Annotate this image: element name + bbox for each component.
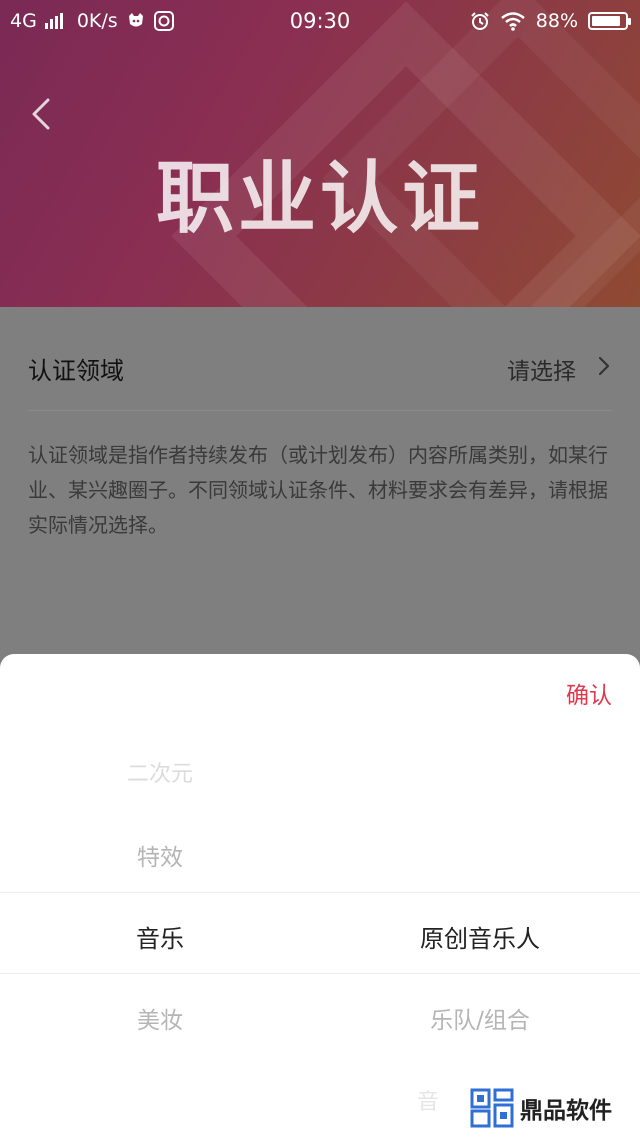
watermark-text: 鼎品软件 (520, 1098, 612, 1124)
picker-option[interactable]: 美妆 (0, 1001, 320, 1035)
picker-column-category[interactable]: 二次元 特效 音乐 美妆 (0, 654, 320, 1138)
field-description: 认证领域是指作者持续发布（或计划发布）内容所属类别，如某行业、某兴趣圈子。不同领… (28, 443, 608, 537)
watermark-logo-icon (470, 1088, 514, 1128)
picker-option-selected[interactable]: 音乐 (0, 919, 320, 954)
header-banner: 4G 0K/s 09:30 88% 职业认证 (0, 0, 640, 307)
picker-option[interactable]: 乐队/组合 (320, 1001, 640, 1035)
back-icon[interactable] (22, 92, 62, 136)
alarm-icon (471, 12, 489, 30)
chevron-right-icon (598, 356, 610, 376)
battery-icon (588, 12, 631, 30)
divider (28, 410, 612, 411)
field-label: 认证领域 (28, 357, 124, 385)
battery-percent: 88% (535, 10, 578, 32)
picker-option-selected[interactable]: 原创音乐人 (320, 919, 640, 954)
picker-column-subcategory[interactable]: 原创音乐人 乐队/组合 音 (320, 654, 640, 1138)
field-value[interactable]: 请选择 (507, 352, 576, 386)
status-bar: 4G 0K/s 09:30 88% (0, 0, 640, 44)
picker-sheet: 确认 二次元 特效 音乐 美妆 原创音乐人 乐队/组合 音 (0, 654, 640, 1138)
watermark: 鼎品软件 (470, 1086, 612, 1130)
picker-option[interactable]: 特效 (0, 838, 320, 872)
certification-field-row[interactable]: 认证领域 请选择 (28, 335, 612, 395)
picker-option[interactable]: 二次元 (0, 756, 320, 788)
page-title: 职业认证 (155, 154, 484, 244)
wifi-icon (500, 12, 525, 31)
